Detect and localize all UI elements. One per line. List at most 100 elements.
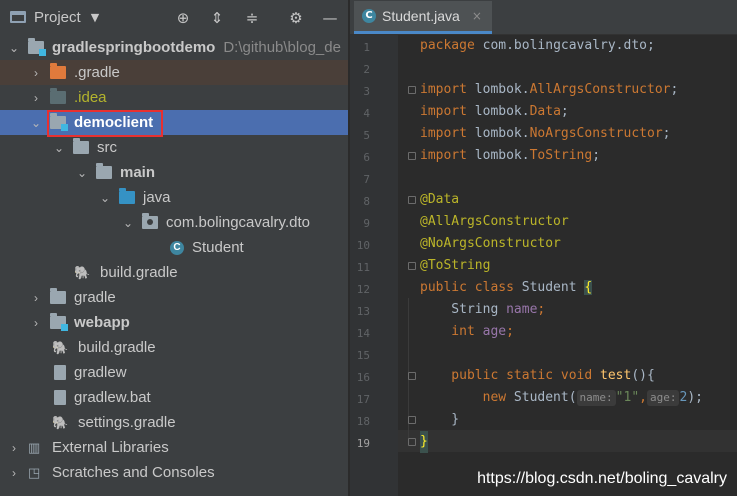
tree-item-scratches[interactable]: › ◳ Scratches and Consoles [0, 460, 348, 485]
line-number: 16 [356, 371, 370, 384]
tree-item-src[interactable]: ⌄ src [0, 135, 348, 160]
chevron-down-icon[interactable]: ⌄ [8, 41, 20, 55]
line-number: 15 [356, 349, 370, 362]
code-line-16: public static void test(){ [420, 368, 655, 383]
code-line-19: } [420, 431, 428, 453]
chevron-down-icon[interactable]: ⌄ [99, 191, 111, 205]
hide-panel-icon[interactable]: — [321, 9, 339, 27]
expand-all-icon[interactable]: ⇕ [208, 9, 226, 27]
gradle-icon: 🐘 [52, 339, 69, 355]
tree-item-settings-gradle[interactable]: 🐘 settings.gradle [0, 410, 348, 435]
chevron-down-icon[interactable]: ⌄ [122, 216, 134, 230]
file-icon [54, 390, 66, 405]
tree-item-package[interactable]: ⌄ com.bolingcavalry.dto [0, 210, 348, 235]
tree-item-label: External Libraries [52, 439, 169, 456]
tree-item-gradle-cache[interactable]: › .gradle [0, 60, 348, 85]
line-number: 17 [356, 393, 370, 406]
tree-item-webapp[interactable]: › webapp [0, 310, 348, 335]
highlight-box [47, 110, 163, 137]
tree-item-root[interactable]: ⌄ gradlespringbootdemo D:\github\blog_de [0, 35, 348, 60]
chevron-right-icon[interactable]: › [8, 466, 20, 480]
line-number: 10 [356, 239, 370, 252]
tree-item-main[interactable]: ⌄ main [0, 160, 348, 185]
code-line-6: import lombok.ToString; [420, 148, 601, 163]
editor-panel: C Student.java × package com.bolingcaval… [350, 0, 737, 496]
tree-item-label: gradle [74, 289, 116, 306]
chevron-right-icon[interactable]: › [30, 91, 42, 105]
fold-marker-icon[interactable] [408, 196, 416, 204]
chevron-right-icon[interactable]: › [30, 66, 42, 80]
fold-marker-icon[interactable] [408, 152, 416, 160]
project-view-title[interactable]: Project [34, 9, 81, 26]
tree-item-build-gradle-module[interactable]: 🐘 build.gradle [0, 260, 348, 285]
collapse-all-icon[interactable]: ≑ [243, 9, 261, 27]
file-icon [54, 365, 66, 380]
class-icon: C [362, 9, 376, 23]
tab-student-java[interactable]: C Student.java × [354, 1, 492, 34]
tree-item-label: gradlespringbootdemo [52, 39, 216, 56]
tree-item-gradlew[interactable]: gradlew [0, 360, 348, 385]
tree-item-gradlew-bat[interactable]: gradlew.bat [0, 385, 348, 410]
line-number: 19 [356, 437, 370, 450]
tab-label: Student.java [382, 8, 460, 24]
folder-icon [73, 138, 89, 154]
code-line-13: String name; [420, 302, 546, 317]
gear-icon[interactable]: ⚙ [287, 9, 305, 27]
excluded-folder-icon [50, 63, 66, 79]
param-hint-age: age: [646, 390, 680, 406]
chevron-down-icon[interactable]: ⌄ [30, 116, 42, 130]
fold-marker-icon[interactable] [408, 86, 416, 94]
tree-item-idea[interactable]: › .idea [0, 85, 348, 110]
fold-marker-icon[interactable] [408, 372, 416, 380]
line-number: 12 [356, 283, 370, 296]
folder-icon [50, 88, 66, 104]
project-header: Project ▼ ⊕ ⇕ ≑ ⚙ — [0, 0, 348, 34]
line-number: 9 [363, 217, 370, 230]
line-number: 3 [363, 85, 370, 98]
tree-item-label: com.bolingcavalry.dto [166, 214, 310, 231]
chevron-right-icon[interactable]: › [30, 291, 42, 305]
tree-item-label: gradlew.bat [74, 389, 151, 406]
tree-item-gradle[interactable]: › gradle [0, 285, 348, 310]
tree-item-label: settings.gradle [78, 414, 176, 431]
tree-item-student[interactable]: C Student [0, 235, 348, 260]
tree-item-build-gradle-root[interactable]: 🐘 build.gradle [0, 335, 348, 360]
chevron-down-icon[interactable]: ⌄ [76, 166, 88, 180]
chevron-right-icon[interactable]: › [30, 316, 42, 330]
gradle-icon: 🐘 [52, 414, 69, 430]
param-hint-name: name: [576, 390, 616, 406]
package-icon [142, 213, 158, 229]
code-line-4: import lombok.Data; [420, 104, 569, 119]
library-icon: ▥ [28, 440, 41, 455]
tree-item-label: build.gradle [78, 339, 156, 356]
chevron-down-icon[interactable]: ▼ [91, 11, 99, 24]
fold-marker-icon[interactable] [408, 262, 416, 270]
scratches-icon: ◳ [28, 465, 41, 480]
code-line-5: import lombok.NoArgsConstructor; [420, 126, 671, 141]
locate-icon[interactable]: ⊕ [174, 9, 192, 27]
module-folder-icon [50, 313, 68, 331]
fold-marker-icon[interactable] [408, 438, 416, 446]
line-number: 6 [363, 151, 370, 164]
code-line-9: @AllArgsConstructor [420, 214, 569, 229]
module-folder-icon [28, 38, 46, 56]
project-window-icon [10, 11, 26, 23]
tree-item-java[interactable]: ⌄ java [0, 185, 348, 210]
line-number: 13 [356, 305, 370, 318]
chevron-right-icon[interactable]: › [8, 441, 20, 455]
fold-marker-icon[interactable] [408, 416, 416, 424]
line-number: 2 [363, 63, 370, 76]
code-line-12: public class Student { [420, 280, 593, 295]
gradle-icon: 🐘 [74, 264, 91, 280]
line-number: 8 [363, 195, 370, 208]
project-panel: Project ▼ ⊕ ⇕ ≑ ⚙ — ⌄ gradlespringbootde… [0, 0, 348, 496]
chevron-down-icon[interactable]: ⌄ [53, 141, 65, 155]
editor-tab-bar: C Student.java × [350, 0, 737, 35]
close-icon[interactable]: × [472, 9, 482, 23]
code-line-8: @Data [420, 192, 460, 207]
line-number: 7 [363, 173, 370, 186]
tree-item-label: main [120, 164, 156, 181]
line-number: 1 [363, 41, 370, 54]
tree-item-external-libraries[interactable]: › ▥ External Libraries [0, 435, 348, 460]
source-folder-icon [119, 188, 135, 204]
